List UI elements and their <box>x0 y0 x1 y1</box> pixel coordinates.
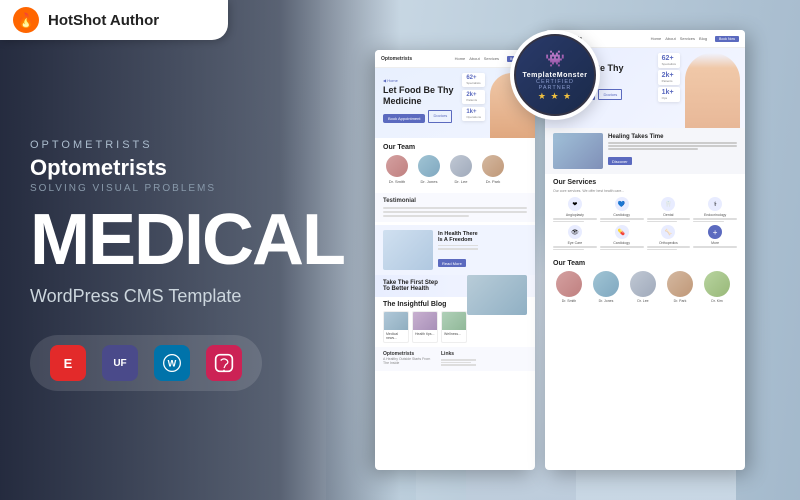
ss-service-orthopedics: 🦴 Orthopedics <box>647 225 691 250</box>
template-subtitle: WordPress CMS Template <box>30 286 280 307</box>
ss-team-title: Our Team <box>383 144 527 151</box>
ss-appointment-btn: Book Appointment <box>383 114 425 123</box>
wordpress-badge: W <box>154 345 190 381</box>
ss-service-endocrinology: ⚕ Endocrinology <box>693 197 737 222</box>
ss-team-member: Dr. Smith <box>383 155 411 184</box>
svg-text:🔥: 🔥 <box>17 12 34 29</box>
main-content: Optometrists Optometrists SOLVING VISUAL… <box>0 0 800 500</box>
templatemonster-badge: 👾 TemplateMonster CERTIFIED PARTNER ★ ★ … <box>510 30 600 120</box>
technology-badges: E UF W <box>30 335 262 391</box>
brand-name: HotShot Author <box>48 12 159 29</box>
ss-service-dental: 🦷 Dental <box>647 197 691 222</box>
ss-testimonial-title: Testimonial <box>383 198 527 204</box>
brand-logo: 🔥 <box>12 6 40 34</box>
ss-services-section: Our Services Our core services. We offer… <box>545 174 745 255</box>
ss-service-more: + More <box>693 225 737 250</box>
quform-badge <box>206 345 242 381</box>
ss-team-member: Dr. Park <box>479 155 507 184</box>
ss-service-cardiology: 💙 Cardiology <box>600 197 644 222</box>
ss-service-cardiology2: 💊 Cardiology <box>600 225 644 250</box>
tm-stars: ★ ★ ★ <box>538 91 572 102</box>
screenshots-panel: 👾 TemplateMonster CERTIFIED PARTNER ★ ★ … <box>310 0 800 500</box>
site-subtitle: SOLVING VISUAL PROBLEMS <box>30 183 280 194</box>
site-title: Optometrists <box>30 155 280 181</box>
ss-testimonial: Testimonial <box>375 193 535 222</box>
ss-team-member: Dr. Jones <box>415 155 443 184</box>
ss-left-logo: Optometrists <box>381 56 412 62</box>
ss-service-eyecare: 👁 Eye Care <box>553 225 597 250</box>
ss-healing-section: Healing Takes Time Discover <box>545 128 745 174</box>
svg-text:W: W <box>168 359 177 369</box>
ss-right-team-title: Our Team <box>553 260 737 267</box>
ss-services-title: Our Services <box>553 179 737 186</box>
ss-healing-title: Healing Takes Time <box>608 134 737 140</box>
ss-service-angioplasty: ❤ Angioplasty <box>553 197 597 222</box>
left-screenshot: Optometrists Home About Services Book No… <box>375 50 535 470</box>
ss-right-team-section: Our Team Dr. Smith Dr. Jones Dr. Lee <box>545 255 745 308</box>
ss-team-section: Our Team Dr. Smith Dr. Jones Dr. Lee <box>375 138 535 190</box>
left-panel: Optometrists Optometrists SOLVING VISUAL… <box>0 0 310 500</box>
uf-badge: UF <box>102 345 138 381</box>
tm-brand: TemplateMonster <box>523 72 588 79</box>
elementor-badge: E <box>50 345 86 381</box>
ss-team-member: Dr. Lee <box>447 155 475 184</box>
header-bar: 🔥 HotShot Author <box>0 0 228 40</box>
main-title: MEDICAL <box>30 208 280 273</box>
site-category: Optometrists <box>30 139 280 151</box>
